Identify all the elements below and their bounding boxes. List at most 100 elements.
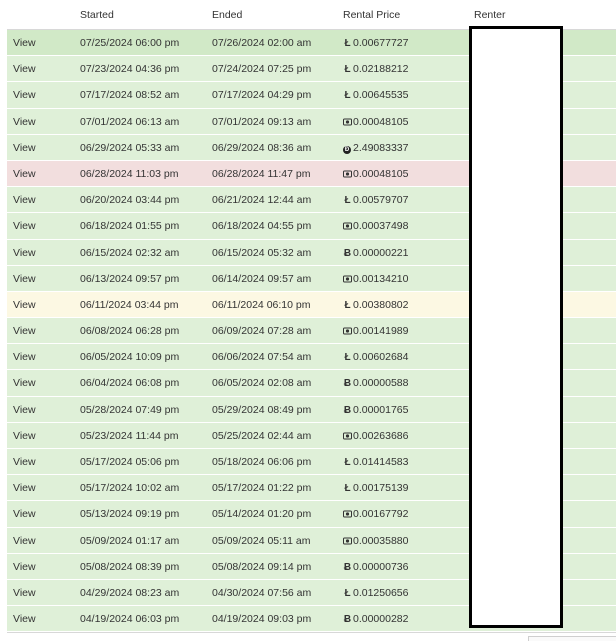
bitcoin-cash-icon xyxy=(343,221,352,232)
view-link[interactable]: View xyxy=(13,299,36,311)
view-link[interactable]: View xyxy=(13,587,36,599)
bitcoin-icon: Ƀ xyxy=(343,561,352,573)
bitcoin-icon: Ƀ xyxy=(343,404,352,416)
price-value: 0.01414583 xyxy=(353,456,409,468)
view-link[interactable]: View xyxy=(13,194,36,206)
bitcoin-cash-icon xyxy=(343,509,352,520)
view-link[interactable]: View xyxy=(13,377,36,389)
view-link[interactable]: View xyxy=(13,535,36,547)
ended-cell: 06/21/2024 12:44 am xyxy=(212,194,312,207)
rental-price-cell: 0.00035880 xyxy=(343,535,408,547)
ended-cell: 06/11/2024 06:10 pm xyxy=(212,298,311,311)
litecoin-icon: Ł xyxy=(344,352,351,364)
renter-column-header[interactable]: Renter xyxy=(474,9,506,21)
bitcoin-cash-icon xyxy=(343,274,352,285)
price-value: 0.00001765 xyxy=(353,403,409,416)
started-cell: 06/13/2024 09:57 pm xyxy=(80,272,180,285)
price-value: 0.00167792 xyxy=(353,508,409,521)
rental-price-cell: 0.00048105 xyxy=(343,168,408,180)
started-cell: 06/28/2024 11:03 pm xyxy=(80,167,179,180)
bitcoin-icon: Ƀ xyxy=(343,247,352,259)
price-value: 0.00263686 xyxy=(353,429,409,442)
rental-price-cell: 0.00048105 xyxy=(343,116,408,128)
ended-cell: 04/19/2024 09:03 pm xyxy=(212,613,312,626)
pagination-control[interactable] xyxy=(528,636,616,641)
bitcoin-cash-icon xyxy=(343,536,352,547)
ended-cell: 06/05/2024 02:08 am xyxy=(212,377,312,390)
bitcoin-cash-icon xyxy=(343,169,352,180)
view-link[interactable]: View xyxy=(13,351,36,363)
started-cell: 05/23/2024 11:44 pm xyxy=(80,429,179,442)
rental-price-cell: Ł 0.00602684 xyxy=(343,351,408,363)
view-link[interactable]: View xyxy=(13,168,36,180)
rental-price-cell: 0.00263686 xyxy=(343,430,408,442)
price-value: 0.00000221 xyxy=(353,246,409,259)
started-cell: 05/13/2024 09:19 pm xyxy=(80,508,180,521)
ended-cell: 06/15/2024 05:32 am xyxy=(212,246,312,259)
started-cell: 06/11/2024 03:44 pm xyxy=(80,298,179,311)
view-link[interactable]: View xyxy=(13,273,36,285)
view-link[interactable]: View xyxy=(13,63,36,75)
view-link[interactable]: View xyxy=(13,325,36,337)
litecoin-icon: Ł xyxy=(344,587,351,599)
bitcoin-icon: Ƀ xyxy=(343,614,352,626)
ended-cell: 05/14/2024 01:20 pm xyxy=(212,508,312,521)
price-value: 0.00677727 xyxy=(353,37,409,49)
view-link[interactable]: View xyxy=(13,508,36,520)
price-value: 0.00141989 xyxy=(353,325,409,338)
rental-price-cell: 0.00167792 xyxy=(343,508,408,520)
started-cell: 06/04/2024 06:08 pm xyxy=(80,377,180,390)
started-cell: 06/08/2024 06:28 pm xyxy=(80,325,180,338)
started-column-header[interactable]: Started xyxy=(80,9,114,21)
rental-price-cell: 0.00037498 xyxy=(343,220,408,232)
price-value: 0.00134210 xyxy=(353,272,409,285)
view-link[interactable]: View xyxy=(13,404,36,416)
view-link[interactable]: View xyxy=(13,561,36,573)
litecoin-icon: Ł xyxy=(344,299,351,311)
view-link[interactable]: View xyxy=(13,89,36,101)
renter-redaction-box xyxy=(469,26,563,628)
ended-cell: 06/14/2024 09:57 am xyxy=(212,272,312,285)
view-link[interactable]: View xyxy=(13,142,36,154)
ended-cell: 06/29/2024 08:36 am xyxy=(212,141,312,154)
ended-cell: 05/25/2024 02:44 am xyxy=(212,429,312,442)
price-value: 0.02188212 xyxy=(353,63,409,76)
view-link[interactable]: View xyxy=(13,456,36,468)
ended-cell: 04/30/2024 07:56 am xyxy=(212,586,312,599)
ended-cell: 06/18/2024 04:55 pm xyxy=(212,220,312,233)
price-value: 0.01250656 xyxy=(353,586,409,599)
started-cell: 05/17/2024 10:02 am xyxy=(80,482,180,495)
litecoin-icon: Ł xyxy=(344,38,351,49)
started-cell: 05/09/2024 01:17 am xyxy=(80,534,180,547)
price-value: 0.00380802 xyxy=(353,298,409,311)
rental-price-cell: Ƀ 0.00000282 xyxy=(343,613,409,626)
view-link[interactable]: View xyxy=(13,482,36,494)
rental-price-cell: Ł 0.00579707 xyxy=(343,194,408,206)
started-cell: 06/20/2024 03:44 pm xyxy=(80,194,180,207)
view-link[interactable]: View xyxy=(13,220,36,232)
price-value: 0.00175139 xyxy=(353,482,409,495)
view-link[interactable]: View xyxy=(13,430,36,442)
rental-price-cell: 0.00141989 xyxy=(343,325,408,337)
rental-price-column-header[interactable]: Rental Price xyxy=(343,9,400,21)
price-value: 0.00000588 xyxy=(353,377,409,390)
ended-cell: 07/17/2024 04:29 pm xyxy=(212,89,312,102)
ended-cell: 05/09/2024 05:11 am xyxy=(212,534,311,547)
started-cell: 06/05/2024 10:09 pm xyxy=(80,351,180,364)
price-value: 0.00579707 xyxy=(353,194,409,207)
dogecoin-icon: Ð xyxy=(343,145,351,154)
view-link[interactable]: View xyxy=(13,116,36,128)
ended-cell: 05/17/2024 01:22 pm xyxy=(212,482,312,495)
bitcoin-icon: Ƀ xyxy=(343,378,352,390)
ended-column-header[interactable]: Ended xyxy=(212,9,242,21)
price-value: 0.00048105 xyxy=(353,115,409,128)
started-cell: 06/29/2024 05:33 am xyxy=(80,141,180,154)
view-link[interactable]: View xyxy=(13,613,36,625)
ended-cell: 05/08/2024 09:14 pm xyxy=(212,560,312,573)
started-cell: 06/15/2024 02:32 am xyxy=(80,246,180,259)
rental-price-cell: Ð 2.49083337 xyxy=(343,142,408,154)
view-link[interactable]: View xyxy=(13,247,36,259)
ended-cell: 07/26/2024 02:00 am xyxy=(212,37,312,49)
view-link[interactable]: View xyxy=(13,37,36,49)
price-value: 0.00000282 xyxy=(353,613,409,626)
